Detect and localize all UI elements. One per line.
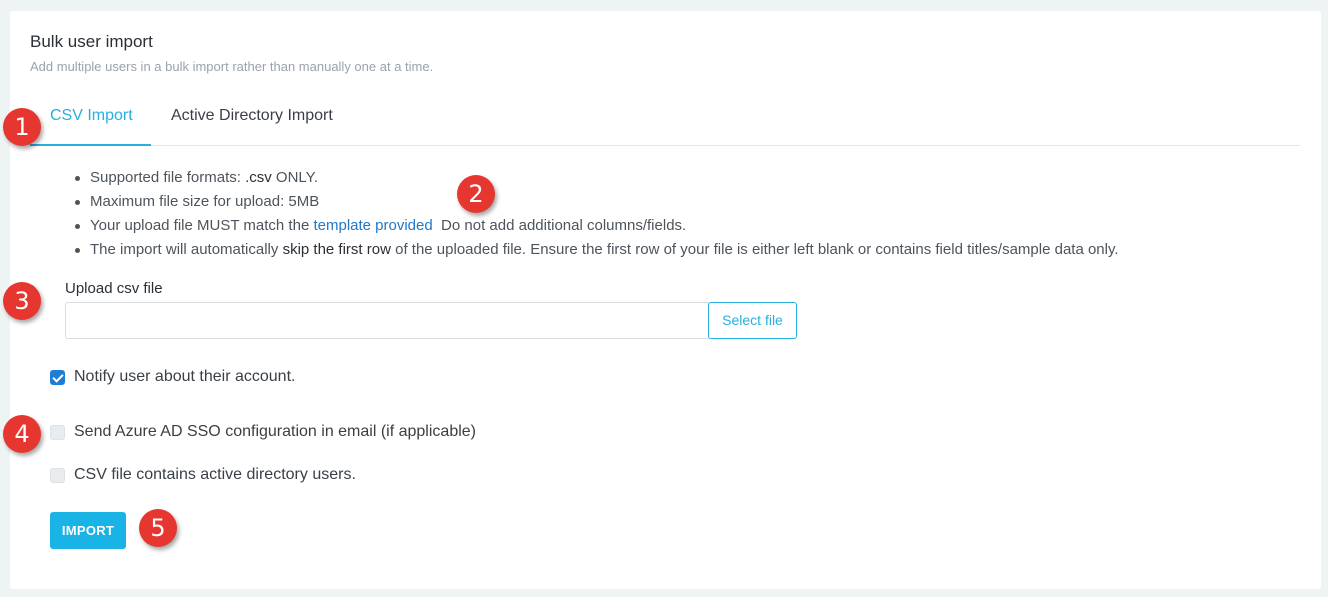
tab-active-directory-import[interactable]: Active Directory Import [171, 98, 333, 146]
azure-sso-option[interactable]: Send Azure AD SSO configuration in email… [50, 422, 476, 442]
upload-label: Upload csv file [65, 280, 163, 297]
rule-file-format: Supported file formats: .csv ONLY. [75, 167, 1119, 191]
notify-option[interactable]: Notify user about their account. [50, 367, 295, 387]
callout-marker-3: 3 [3, 282, 41, 320]
page-title: Bulk user import [30, 32, 153, 51]
azure-sso-checkbox[interactable] [50, 424, 65, 440]
import-tabs: CSV Import Active Directory Import [30, 98, 1300, 146]
rule-max-size: Maximum file size for upload: 5MB [75, 191, 1119, 215]
callout-marker-2: 2 [457, 175, 495, 213]
rule-template: Your upload file MUST match the template… [75, 215, 1119, 239]
import-rules-list: Supported file formats: .csv ONLY. Maxim… [75, 167, 1119, 263]
callout-marker-4: 4 [3, 415, 41, 453]
active-directory-label: CSV file contains active directory users… [74, 466, 356, 483]
callout-marker-5: 5 [139, 509, 177, 547]
notify-label: Notify user about their account. [74, 368, 296, 385]
upload-file-field[interactable] [65, 302, 709, 339]
tab-csv-import[interactable]: CSV Import [30, 98, 151, 146]
active-directory-checkbox[interactable] [50, 467, 65, 483]
template-link[interactable]: template provided [313, 217, 432, 234]
azure-sso-label: Send Azure AD SSO configuration in email… [74, 423, 476, 440]
notify-checkbox[interactable] [50, 369, 65, 385]
callout-marker-1: 1 [3, 108, 41, 146]
import-button[interactable]: IMPORT [50, 512, 126, 549]
select-file-button[interactable]: Select file [708, 302, 797, 339]
rule-skip-first-row: The import will automatically skip the f… [75, 239, 1119, 263]
active-directory-option[interactable]: CSV file contains active directory users… [50, 465, 356, 485]
page-subtitle: Add multiple users in a bulk import rath… [30, 59, 434, 74]
